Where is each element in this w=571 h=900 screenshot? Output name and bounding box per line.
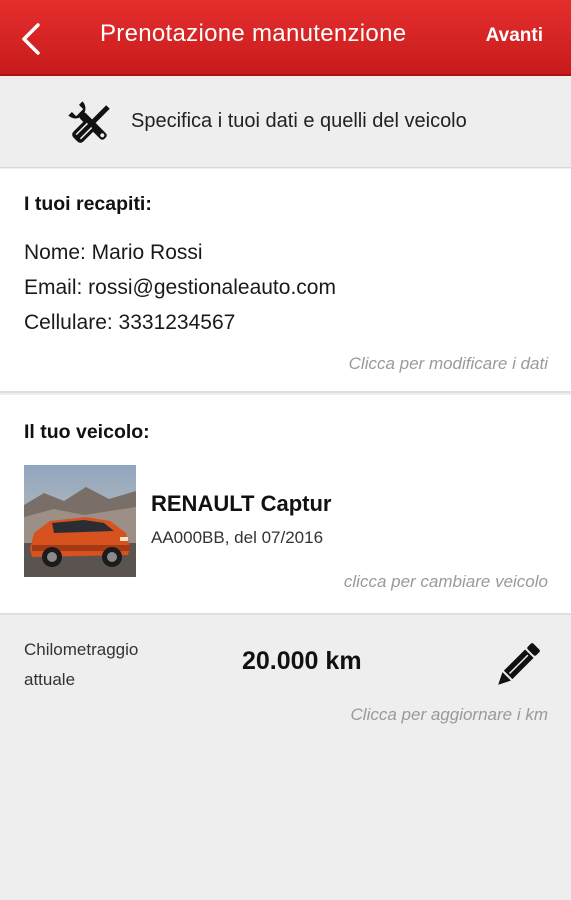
- step-description: Specifica i tuoi dati e quelli del veico…: [131, 110, 467, 132]
- vehicle-name: RENAULT Captur: [151, 491, 332, 516]
- mileage-section[interactable]: Chilometraggio attuale 20.000 km Clicca …: [0, 617, 571, 737]
- update-km-hint[interactable]: Clicca per aggiornare i km: [351, 705, 548, 725]
- mileage-value: 20.000 km: [242, 647, 362, 675]
- contacts-card[interactable]: I tuoi recapiti: Nome: Mario Rossi Email…: [0, 169, 571, 393]
- top-app-bar: Prenotazione manutenzione Avanti: [0, 0, 571, 76]
- change-vehicle-hint[interactable]: clicca per cambiare veicolo: [344, 572, 548, 592]
- vehicle-card[interactable]: Il tuo veicolo: RENAULT Captur AA000BB, …: [0, 395, 571, 615]
- vehicle-plate: AA000BB, del 07/2016: [151, 528, 324, 547]
- mileage-label: Chilometraggio attuale: [24, 640, 139, 689]
- pencil-icon[interactable]: [494, 641, 542, 689]
- contact-phone: Cellulare: 3331234567: [24, 311, 236, 334]
- contact-name: Nome: Mario Rossi: [24, 241, 203, 264]
- vehicle-title: Il tuo veicolo:: [24, 421, 150, 443]
- next-button[interactable]: Avanti: [486, 25, 543, 47]
- step-header: Specifica i tuoi dati e quelli del veico…: [0, 76, 571, 168]
- wrench-screwdriver-icon: [68, 101, 110, 143]
- page-title: Prenotazione manutenzione: [100, 20, 407, 47]
- chevron-left-icon: [22, 23, 40, 55]
- back-button[interactable]: [8, 14, 54, 62]
- contact-email: Email: rossi@gestionaleauto.com: [24, 276, 336, 299]
- contacts-title: I tuoi recapiti:: [24, 193, 152, 215]
- car-photo: [24, 465, 136, 577]
- edit-contacts-hint[interactable]: Clicca per modificare i dati: [349, 354, 548, 374]
